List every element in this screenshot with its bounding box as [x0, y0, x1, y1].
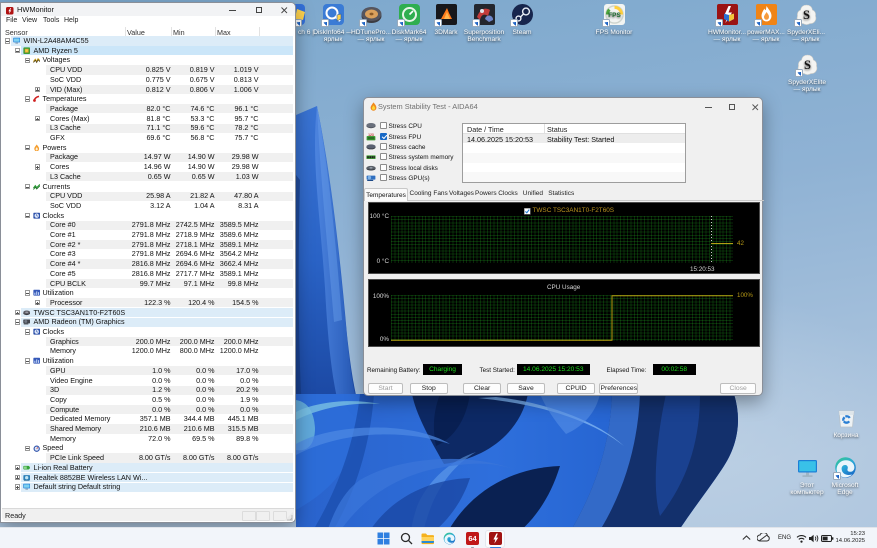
svg-text:FPS: FPS	[608, 12, 621, 19]
svg-text:S: S	[804, 58, 811, 72]
svg-text:123: 123	[368, 133, 374, 137]
svg-text:S: S	[803, 8, 810, 22]
